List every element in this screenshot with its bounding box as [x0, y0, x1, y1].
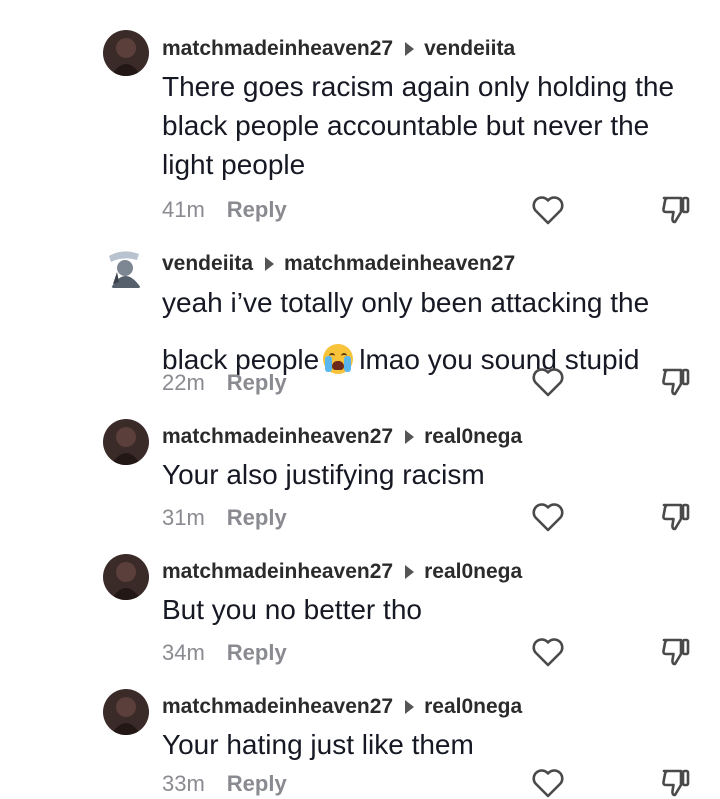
comment-author[interactable]: matchmadeinheaven27 — [162, 695, 393, 719]
thumbs-down-outline-icon[interactable] — [660, 636, 692, 668]
reply-to-user[interactable]: vendeiita — [424, 37, 515, 61]
heart-outline-icon[interactable] — [531, 366, 565, 398]
thumbs-down-outline-icon[interactable] — [660, 767, 692, 799]
reply-button[interactable]: Reply — [227, 771, 287, 797]
thumbs-down-outline-icon[interactable] — [660, 366, 692, 398]
comment-text: Your also justifying racism — [162, 455, 702, 494]
avatar[interactable] — [103, 246, 149, 292]
comment-author[interactable]: matchmadeinheaven27 — [162, 560, 393, 584]
caret-right-icon — [405, 565, 415, 579]
comment-time: 31m — [162, 505, 205, 530]
comment-author[interactable]: matchmadeinheaven27 — [162, 37, 393, 61]
comment-meta: 22m Reply — [162, 368, 287, 398]
comment-meta: 33m Reply — [162, 769, 287, 799]
comment-header: matchmadeinheaven27 real0nega — [162, 423, 522, 451]
caret-right-icon — [405, 42, 415, 56]
comment-text-line: black people accountable but never the — [162, 110, 650, 141]
comment-time: 22m — [162, 370, 205, 395]
comment-text: There goes racism again only holding the… — [162, 67, 702, 184]
comment-author[interactable]: matchmadeinheaven27 — [162, 425, 393, 449]
comment-time: 33m — [162, 771, 205, 796]
reply-to-user[interactable]: real0nega — [424, 560, 522, 584]
comment-text-line: yeah i’ve totally only been attacking th… — [162, 287, 650, 318]
reply-button[interactable]: Reply — [227, 505, 287, 531]
reply-button[interactable]: Reply — [227, 640, 287, 666]
caret-right-icon — [405, 700, 415, 714]
comment-text: yeah i’ve totally only been attacking th… — [162, 283, 702, 379]
avatar[interactable] — [103, 419, 149, 465]
comment-header: matchmadeinheaven27 real0nega — [162, 693, 522, 721]
comment-text: But you no better tho — [162, 590, 702, 629]
caret-right-icon — [405, 430, 415, 444]
comment-text-line: Your hating just like them — [162, 729, 474, 760]
reply-to-user[interactable]: matchmadeinheaven27 — [284, 252, 515, 276]
caret-right-icon — [265, 257, 275, 271]
loudly-crying-face-icon — [323, 344, 354, 374]
comment-text: Your hating just like them — [162, 725, 702, 764]
comment-header: matchmadeinheaven27 vendeiita — [162, 35, 515, 63]
thumbs-down-outline-icon[interactable] — [660, 501, 692, 533]
comment-meta: 31m Reply — [162, 503, 287, 533]
comment-time: 34m — [162, 640, 205, 665]
reply-button[interactable]: Reply — [227, 370, 287, 396]
reply-to-user[interactable]: real0nega — [424, 425, 522, 449]
avatar[interactable] — [103, 554, 149, 600]
comment-meta: 41m Reply — [162, 195, 287, 225]
comment-text-line: Your also justifying racism — [162, 459, 485, 490]
comment-header: vendeiita matchmadeinheaven27 — [162, 250, 515, 278]
reply-to-user[interactable]: real0nega — [424, 695, 522, 719]
comment-meta: 34m Reply — [162, 638, 287, 668]
comment-author[interactable]: vendeiita — [162, 252, 253, 276]
heart-outline-icon[interactable] — [531, 636, 565, 668]
thumbs-down-outline-icon[interactable] — [660, 194, 692, 226]
comment-text-segment: lmao you sound stupid — [359, 344, 640, 375]
avatar[interactable] — [103, 689, 149, 735]
comment-header: matchmadeinheaven27 real0nega — [162, 558, 522, 586]
comment-text-line: But you no better tho — [162, 594, 422, 625]
comment-text-line: There goes racism again only holding the — [162, 71, 675, 102]
heart-outline-icon[interactable] — [531, 501, 565, 533]
heart-outline-icon[interactable] — [531, 194, 565, 226]
heart-outline-icon[interactable] — [531, 767, 565, 799]
comment-time: 41m — [162, 197, 205, 222]
comment-text-line: light people — [162, 149, 306, 180]
avatar[interactable] — [103, 30, 149, 76]
reply-button[interactable]: Reply — [227, 197, 287, 223]
